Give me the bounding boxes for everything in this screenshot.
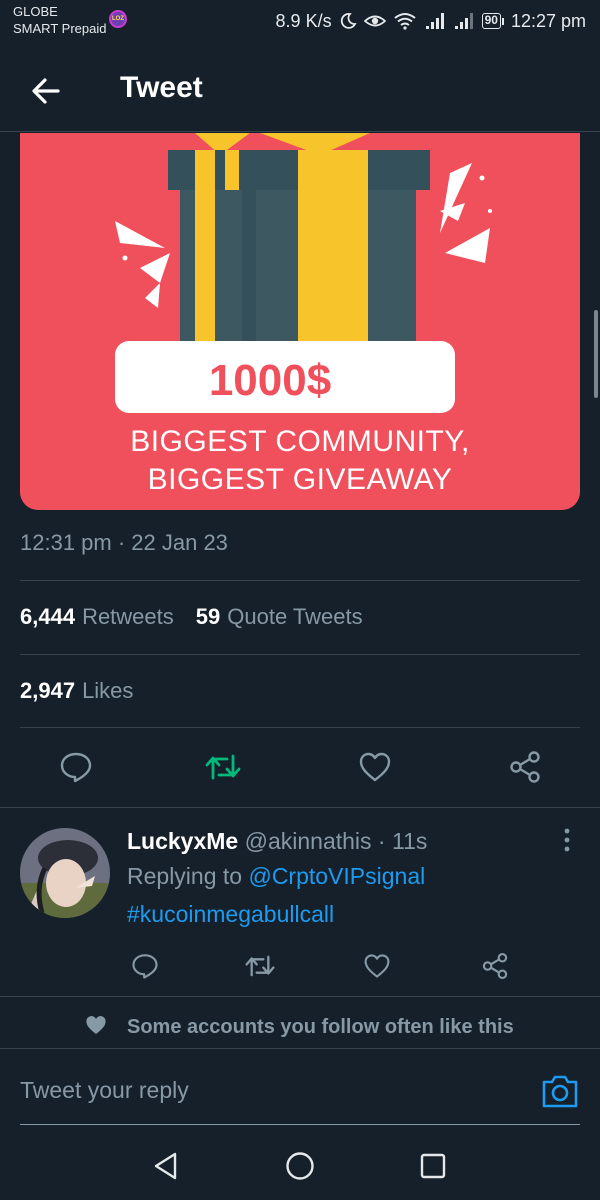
- back-button[interactable]: [30, 74, 64, 108]
- likes-count: 2,947: [20, 678, 76, 703]
- page-title: Tweet: [120, 71, 203, 104]
- eye-icon: [363, 15, 386, 27]
- separator-dot: ·: [371, 828, 392, 854]
- tweet-media-image[interactable]: 1000$ BIGGEST COMMUNITY, BIGGEST GIVEAWA…: [20, 133, 580, 510]
- quotes-count: 59: [195, 604, 221, 629]
- camera-icon: [542, 1075, 578, 1108]
- share-icon: [510, 751, 540, 783]
- reply-icon: [60, 752, 92, 783]
- carrier-line2: SMART Prepaid: [13, 21, 107, 36]
- reply-text: #kucoinmegabullcall: [127, 898, 334, 930]
- status-bar: GLOBE SMART Prepaid LOZ 8.9 K/s 90 12:27…: [0, 0, 600, 52]
- net-speed: 8.9 K/s: [275, 10, 332, 31]
- reply-reply-button[interactable]: [125, 944, 165, 988]
- carrier-line1: GLOBE: [13, 4, 58, 19]
- retweet-icon: [205, 754, 241, 780]
- divider: [20, 654, 580, 655]
- divider: [0, 807, 600, 808]
- like-icon: [359, 752, 391, 782]
- social-context-text: Some accounts you follow often like this…: [127, 1016, 514, 1048]
- reply-retweet-button[interactable]: [240, 944, 280, 988]
- reply-header: LuckyxMe @akinnathis · 11s: [127, 825, 427, 857]
- back-arrow-icon: [32, 78, 60, 104]
- giveaway-line1: BIGGEST COMMUNITY,: [130, 425, 470, 458]
- nav-home-icon: [286, 1152, 314, 1180]
- reply-like-button[interactable]: [357, 944, 397, 988]
- divider: [20, 580, 580, 581]
- reply-avatar[interactable]: [20, 828, 110, 918]
- reply-display-name[interactable]: LuckyxMe: [127, 828, 238, 854]
- tweet-timestamp[interactable]: 12:31 pm · 22 Jan 23: [20, 530, 228, 556]
- divider: [0, 996, 600, 997]
- nav-recents-button[interactable]: [417, 1150, 449, 1182]
- carrier-badge-icon: LOZ: [109, 10, 127, 28]
- share-button[interactable]: [505, 745, 545, 789]
- reply-button[interactable]: [56, 745, 96, 789]
- reply-time: 11s: [391, 828, 428, 854]
- quotes-link[interactable]: 59 Quote Tweets: [196, 604, 363, 630]
- camera-button[interactable]: [541, 1073, 579, 1109]
- replying-prefix: Replying to: [127, 863, 243, 889]
- avatar-photo: [20, 828, 110, 918]
- replying-to: Replying to @CrptoVIPsignal: [127, 860, 425, 892]
- reply-composer: Tweet your reply: [0, 1048, 600, 1128]
- signal-1-icon: [425, 13, 444, 29]
- retweets-link[interactable]: 6,444 Retweets: [20, 604, 174, 630]
- social-context-row: Some accounts you follow often like this…: [0, 1000, 600, 1048]
- hashtag-link[interactable]: #kucoinmegabullcall: [127, 901, 334, 927]
- retweet-icon: [245, 955, 275, 977]
- top-app-bar: Tweet: [0, 52, 600, 132]
- scrollbar-thumb[interactable]: [594, 310, 598, 398]
- likes-stats[interactable]: 2,947 Likes: [20, 678, 133, 704]
- divider: [20, 727, 580, 728]
- composer-underline: [20, 1124, 580, 1125]
- like-button[interactable]: [355, 745, 395, 789]
- nav-home-button[interactable]: [284, 1150, 316, 1182]
- nav-back-button[interactable]: [150, 1150, 182, 1182]
- battery-indicator: 90: [481, 13, 504, 29]
- signal-2-icon: [454, 13, 473, 29]
- status-indicators: 8.9 K/s 90 12:27 pm: [276, 9, 586, 33]
- giveaway-line2: BIGGEST GIVEAWAY: [147, 463, 453, 496]
- quotes-label: Quote Tweets: [227, 604, 363, 629]
- carrier-info: GLOBE SMART Prepaid: [13, 3, 106, 37]
- nav-recents-icon: [420, 1153, 446, 1179]
- retweet-button[interactable]: [203, 745, 243, 789]
- reply-icon: [132, 954, 158, 979]
- giveaway-amount: 1000$: [208, 356, 332, 405]
- reply-input[interactable]: Tweet your reply: [20, 1077, 189, 1104]
- moon-icon: [340, 13, 357, 29]
- retweet-stats: 6,444 Retweets 59 Quote Tweets: [20, 604, 363, 630]
- retweets-label: Retweets: [82, 604, 174, 629]
- like-icon: [364, 954, 390, 978]
- clock: 12:27 pm: [510, 10, 586, 31]
- nav-back-icon: [154, 1152, 177, 1180]
- tweet-actions: [0, 745, 600, 795]
- battery-level: 90: [481, 13, 501, 29]
- heart-filled-icon: [86, 1016, 106, 1034]
- system-nav-bar: [0, 1128, 600, 1200]
- reply-handle[interactable]: @akinnathis: [245, 828, 372, 854]
- battery-tip: [501, 17, 504, 25]
- retweets-count: 6,444: [20, 604, 76, 629]
- replying-to-handle[interactable]: @CrptoVIPsignal: [248, 863, 425, 889]
- wifi-icon: [393, 13, 416, 30]
- reply-share-button[interactable]: [475, 944, 515, 988]
- more-options-button[interactable]: [555, 826, 579, 856]
- likes-label: Likes: [82, 678, 134, 703]
- more-icon: [564, 828, 570, 852]
- share-icon: [482, 952, 508, 980]
